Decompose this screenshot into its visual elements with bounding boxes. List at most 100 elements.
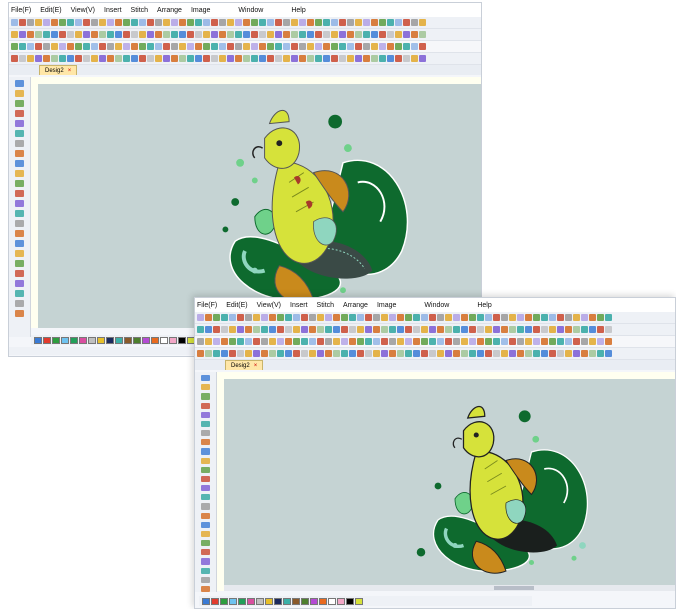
toolbar-tool-icon[interactable] [363, 55, 370, 62]
toolbar-tool-icon[interactable] [315, 31, 322, 38]
toolbar-tool-icon[interactable] [525, 350, 532, 357]
toolbar-tool-icon[interactable] [267, 19, 274, 26]
toolbar-tool-icon[interactable] [131, 19, 138, 26]
toolbar-tool-icon[interactable] [477, 314, 484, 321]
toolbar-tool-icon[interactable] [211, 43, 218, 50]
toolbar-tool-icon[interactable] [75, 19, 82, 26]
menu-stitch[interactable]: Stitch [131, 7, 149, 14]
toolbar-tool-icon[interactable] [573, 314, 580, 321]
toolbar-tool-icon[interactable] [107, 19, 114, 26]
menu-window[interactable]: Window [424, 302, 449, 309]
toolbar-tool-icon[interactable] [541, 338, 548, 345]
toolbar-tool-icon[interactable] [245, 350, 252, 357]
toolbar-tool-icon[interactable] [171, 31, 178, 38]
toolbar-tool-icon[interactable] [355, 43, 362, 50]
toolbar-tool-icon[interactable] [197, 350, 204, 357]
toolbar-tool-icon[interactable] [51, 55, 58, 62]
toolbar-tool-icon[interactable] [517, 326, 524, 333]
toolbar-tool-icon[interactable] [387, 43, 394, 50]
toolbar-tool-icon[interactable] [307, 19, 314, 26]
toolbar-tool-icon[interactable] [387, 31, 394, 38]
toolbar-tool-icon[interactable] [323, 55, 330, 62]
toolbar-tool-icon[interactable] [59, 31, 66, 38]
toolbox-tool-icon[interactable] [201, 457, 210, 464]
toolbar-tool-icon[interactable] [27, 43, 34, 50]
color-swatch[interactable] [328, 597, 336, 605]
toolbox-tool-icon[interactable] [15, 110, 24, 117]
toolbar-tool-icon[interactable] [283, 43, 290, 50]
toolbar-tool-icon[interactable] [403, 43, 410, 50]
toolbar-tool-icon[interactable] [357, 314, 364, 321]
toolbar-tool-icon[interactable] [269, 326, 276, 333]
toolbox-tool-icon[interactable] [15, 190, 24, 197]
toolbar-tool-icon[interactable] [331, 55, 338, 62]
toolbar-tool-icon[interactable] [331, 19, 338, 26]
color-swatch[interactable] [70, 336, 78, 344]
toolbox-tool-icon[interactable] [201, 494, 210, 501]
toolbar-tool-icon[interactable] [525, 326, 532, 333]
toolbar-tool-icon[interactable] [421, 314, 428, 321]
toolbar-tool-icon[interactable] [229, 338, 236, 345]
toolbar-tool-icon[interactable] [597, 338, 604, 345]
toolbar-tool-icon[interactable] [197, 314, 204, 321]
color-swatch[interactable] [346, 597, 354, 605]
toolbar-tool-icon[interactable] [285, 326, 292, 333]
toolbar-tool-icon[interactable] [333, 326, 340, 333]
color-swatch[interactable] [142, 336, 150, 344]
toolbar-tool-icon[interactable] [589, 314, 596, 321]
toolbar-tool-icon[interactable] [301, 350, 308, 357]
toolbar-tool-icon[interactable] [349, 350, 356, 357]
toolbar-tool-icon[interactable] [261, 338, 268, 345]
toolbox-tool-icon[interactable] [201, 375, 210, 382]
toolbar-tool-icon[interactable] [235, 55, 242, 62]
toolbar-tool-icon[interactable] [517, 338, 524, 345]
toolbar-tool-icon[interactable] [219, 31, 226, 38]
toolbar-tool-icon[interactable] [323, 43, 330, 50]
menu-help[interactable]: Help [291, 7, 305, 14]
toolbar-tool-icon[interactable] [381, 314, 388, 321]
toolbar-tool-icon[interactable] [11, 55, 18, 62]
toolbar-tool-icon[interactable] [221, 326, 228, 333]
color-swatch[interactable] [229, 597, 237, 605]
toolbar-tool-icon[interactable] [269, 314, 276, 321]
toolbar-tool-icon[interactable] [485, 314, 492, 321]
toolbar-tool-icon[interactable] [469, 326, 476, 333]
toolbar-tool-icon[interactable] [229, 350, 236, 357]
menu-view[interactable]: View(V) [257, 302, 281, 309]
toolbar-tool-icon[interactable] [333, 350, 340, 357]
toolbox-tool-icon[interactable] [201, 475, 210, 483]
design-canvas[interactable] [224, 379, 675, 591]
toolbar-tool-icon[interactable] [219, 43, 226, 50]
toolbox-tool-icon[interactable] [15, 220, 24, 227]
toolbar-tool-icon[interactable] [275, 19, 282, 26]
toolbar-tool-icon[interactable] [35, 55, 42, 62]
toolbar-tool-icon[interactable] [349, 338, 356, 345]
toolbox-tool-icon[interactable] [15, 300, 24, 307]
menu-window[interactable]: Window [238, 7, 263, 14]
toolbar-tool-icon[interactable] [179, 31, 186, 38]
toolbar-tool-icon[interactable] [35, 19, 42, 26]
toolbar-tool-icon[interactable] [445, 338, 452, 345]
toolbox-tool-icon[interactable] [201, 512, 210, 519]
toolbar-tool-icon[interactable] [277, 350, 284, 357]
toolbar-tool-icon[interactable] [83, 19, 90, 26]
toolbar-tool-icon[interactable] [387, 55, 394, 62]
toolbar-tool-icon[interactable] [213, 350, 220, 357]
toolbar-tool-icon[interactable] [243, 19, 250, 26]
toolbox-tool-icon[interactable] [15, 180, 24, 187]
toolbar-tool-icon[interactable] [413, 314, 420, 321]
toolbar-tool-icon[interactable] [437, 338, 444, 345]
toolbar-tool-icon[interactable] [429, 350, 436, 357]
toolbar-tool-icon[interactable] [493, 314, 500, 321]
toolbar-tool-icon[interactable] [253, 338, 260, 345]
toolbar-tool-icon[interactable] [155, 19, 162, 26]
toolbox-tool-icon[interactable] [201, 503, 210, 510]
toolbar-tool-icon[interactable] [291, 19, 298, 26]
toolbar-tool-icon[interactable] [123, 31, 130, 38]
toolbar-tool-icon[interactable] [347, 55, 354, 62]
toolbar-tool-icon[interactable] [581, 338, 588, 345]
toolbar-tool-icon[interactable] [243, 43, 250, 50]
toolbar-tool-icon[interactable] [347, 43, 354, 50]
toolbar-tool-icon[interactable] [405, 326, 412, 333]
toolbar-tool-icon[interactable] [339, 55, 346, 62]
